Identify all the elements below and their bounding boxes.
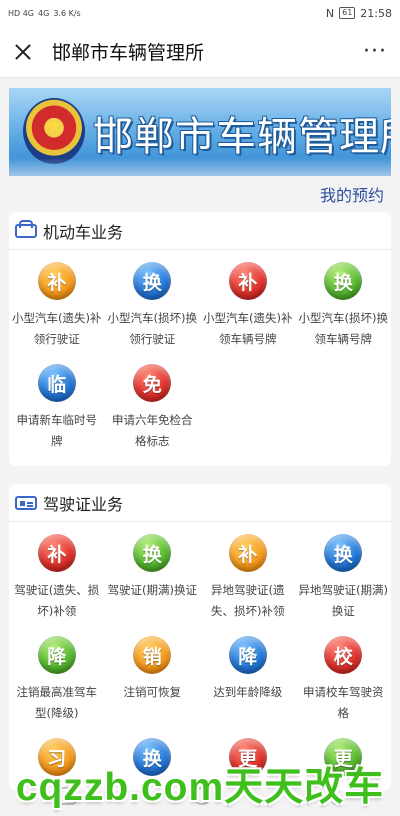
appointment-row: 我的预约 bbox=[0, 176, 400, 212]
service-badge-icon: 换 bbox=[324, 534, 363, 572]
banner-title: 邯郸市车辆管理所 bbox=[93, 114, 391, 160]
network-speed: 3.6 K/s bbox=[53, 8, 81, 18]
service-grid: 补驾驶证(遗失、损坏)补领换驾驶证(期满)换证补异地驾驶证(遗失、损坏)补领换异… bbox=[9, 522, 391, 790]
service-label: 小型汽车(遗失)补领行驶证 bbox=[12, 311, 102, 346]
title-bar: 邯郸市车辆管理所 ··· bbox=[0, 26, 400, 78]
close-icon[interactable] bbox=[10, 39, 36, 65]
service-label: 驾驶证(期满)换证 bbox=[107, 583, 197, 597]
service-badge-icon: 销 bbox=[133, 636, 172, 674]
page-title: 邯郸市车辆管理所 bbox=[52, 42, 205, 64]
service-item[interactable]: 补驾驶证(遗失、损坏)补领 bbox=[9, 534, 105, 622]
signal-icon: 4G bbox=[38, 8, 50, 18]
service-item[interactable]: 补异地驾驶证(遗失、损坏)补领 bbox=[200, 534, 296, 622]
service-item[interactable]: 换小型汽车(损坏)换领车辆号牌 bbox=[296, 262, 392, 350]
service-label: 注销可恢复 bbox=[123, 685, 182, 699]
service-item[interactable]: 临申请新车临时号牌 bbox=[9, 364, 105, 452]
service-item[interactable]: 换驾驶证(期满)换证 bbox=[105, 534, 201, 622]
service-item[interactable]: 补小型汽车(遗失)补领车辆号牌 bbox=[200, 262, 296, 350]
license-card-icon bbox=[15, 495, 37, 510]
service-badge-icon: 补 bbox=[228, 262, 267, 300]
service-item[interactable]: 免申请六年免检合格标志 bbox=[105, 364, 201, 452]
service-item[interactable]: 换异地驾驶证(期满)换证 bbox=[296, 534, 392, 622]
service-label: 申请六年免检合格标志 bbox=[112, 413, 193, 448]
banner: 邯郸市车辆管理所 bbox=[9, 88, 391, 176]
watermark-text: cqzzb.com天天改车 bbox=[15, 766, 385, 809]
service-label: 小型汽车(损坏)换领车辆号牌 bbox=[298, 311, 388, 346]
status-bar-right: N 61 21:58 bbox=[326, 7, 392, 20]
service-item[interactable]: 降达到年龄降级 bbox=[200, 636, 296, 724]
service-label: 注销最高准驾车型(降级) bbox=[16, 685, 98, 720]
service-label: 达到年龄降级 bbox=[213, 685, 283, 699]
service-badge-icon: 补 bbox=[37, 262, 76, 300]
service-label: 小型汽车(遗失)补领车辆号牌 bbox=[203, 311, 293, 346]
service-badge-icon: 校 bbox=[324, 636, 363, 674]
clock: 21:58 bbox=[360, 6, 392, 20]
service-label: 申请新车临时号牌 bbox=[16, 413, 98, 448]
service-badge-icon: 换 bbox=[133, 534, 172, 572]
service-badge-icon: 免 bbox=[133, 364, 172, 402]
section-title: 机动车业务 bbox=[43, 222, 124, 242]
section-header: 机动车业务 bbox=[9, 212, 391, 250]
service-label: 驾驶证(遗失、损坏)补领 bbox=[14, 583, 100, 618]
service-item[interactable]: 销注销可恢复 bbox=[105, 636, 201, 724]
service-badge-icon: 换 bbox=[324, 262, 363, 300]
service-item[interactable]: 校申请校车驾驶资格 bbox=[296, 636, 392, 724]
my-appointment-link[interactable]: 我的预约 bbox=[320, 182, 384, 206]
service-badge-icon: 临 bbox=[37, 364, 76, 402]
license-services-card: 驾驶证业务 补驾驶证(遗失、损坏)补领换驾驶证(期满)换证补异地驾驶证(遗失、损… bbox=[9, 484, 391, 790]
service-badge-icon: 补 bbox=[228, 534, 267, 572]
service-badge-icon: 换 bbox=[133, 262, 172, 300]
status-bar-left: HD 4G 4G 3.6 K/s bbox=[8, 9, 81, 18]
section-title: 驾驶证业务 bbox=[43, 494, 124, 514]
service-badge-icon: 降 bbox=[37, 636, 76, 674]
status-bar: HD 4G 4G 3.6 K/s N 61 21:58 bbox=[0, 0, 400, 26]
battery-icon: 61 bbox=[339, 7, 356, 19]
service-badge-icon: 降 bbox=[228, 636, 267, 674]
watermark: cqzzb.com天天改车 bbox=[0, 752, 400, 816]
vehicle-services-card: 机动车业务 补小型汽车(遗失)补领行驶证换小型汽车(损坏)换领行驶证补小型汽车(… bbox=[9, 212, 391, 466]
car-icon bbox=[15, 219, 37, 238]
service-label: 申请校车驾驶资格 bbox=[303, 685, 384, 720]
more-icon[interactable]: ··· bbox=[360, 39, 390, 64]
nfc-icon: N bbox=[325, 6, 335, 20]
police-emblem-icon bbox=[23, 98, 85, 164]
service-item[interactable]: 补小型汽车(遗失)补领行驶证 bbox=[9, 262, 105, 350]
service-label: 异地驾驶证(遗失、损坏)补领 bbox=[211, 583, 285, 618]
signal-icon: HD 4G bbox=[8, 8, 35, 18]
service-label: 异地驾驶证(期满)换证 bbox=[298, 583, 388, 618]
service-badge-icon: 补 bbox=[37, 534, 76, 572]
service-item[interactable]: 降注销最高准驾车型(降级) bbox=[9, 636, 105, 724]
service-item[interactable]: 换小型汽车(损坏)换领行驶证 bbox=[105, 262, 201, 350]
service-label: 小型汽车(损坏)换领行驶证 bbox=[107, 311, 197, 346]
section-header: 驾驶证业务 bbox=[9, 484, 391, 522]
service-grid: 补小型汽车(遗失)补领行驶证换小型汽车(损坏)换领行驶证补小型汽车(遗失)补领车… bbox=[9, 250, 391, 466]
